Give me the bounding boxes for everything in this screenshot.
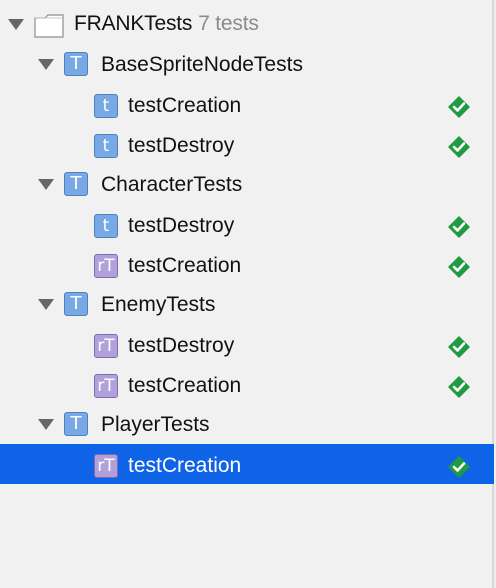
test-count: 7 tests (198, 12, 259, 35)
test-navigator: FRANKTests 7 tests T BaseSpriteNodeTests … (0, 0, 494, 588)
test-bundle-name: FRANKTests (74, 12, 193, 35)
purple-test-icon: rT (94, 454, 118, 478)
disclosure-triangle-icon[interactable] (38, 419, 54, 430)
test-bundle-icon (34, 14, 64, 38)
test-class-icon: T (64, 52, 88, 76)
test-method-label: testCreation (128, 254, 242, 277)
test-class-icon: T (64, 292, 88, 316)
purple-test-icon: rT (94, 334, 118, 358)
test-method-label: testDestroy (128, 334, 235, 357)
test-method-row[interactable]: t testCreation (0, 84, 494, 124)
test-method-label: testCreation (128, 374, 242, 397)
test-passed-icon (447, 95, 471, 119)
blue-test-icon: t (94, 214, 118, 238)
test-method-row[interactable]: t testDestroy (0, 204, 494, 244)
test-bundle-title: FRANKTests 7 tests (74, 12, 259, 36)
test-passed-icon (447, 335, 471, 359)
test-passed-icon (447, 135, 471, 159)
test-method-row[interactable]: rT testCreation (0, 364, 494, 404)
test-class-label: EnemyTests (101, 293, 216, 316)
test-class-label: PlayerTests (101, 413, 210, 436)
test-method-label: testDestroy (128, 214, 235, 237)
test-class-row[interactable]: T PlayerTests (0, 404, 494, 444)
test-method-label: testCreation (128, 94, 242, 117)
test-class-label: BaseSpriteNodeTests (101, 53, 303, 76)
test-passed-icon (447, 255, 471, 279)
disclosure-triangle-icon[interactable] (38, 179, 54, 190)
test-class-label: CharacterTests (101, 173, 243, 196)
disclosure-triangle-icon[interactable] (38, 299, 54, 310)
selected-test-method-row[interactable]: rT testCreation (0, 444, 494, 484)
test-method-row[interactable]: rT testDestroy (0, 324, 494, 364)
test-method-label: testCreation (128, 454, 242, 477)
test-class-row[interactable]: T EnemyTests (0, 284, 494, 324)
disclosure-triangle-icon[interactable] (38, 59, 54, 70)
test-class-icon: T (64, 172, 88, 196)
purple-test-icon: rT (94, 374, 118, 398)
test-passed-icon (447, 455, 471, 479)
disclosure-triangle-icon[interactable] (8, 19, 24, 30)
test-method-row[interactable]: t testDestroy (0, 124, 494, 164)
test-class-row[interactable]: T CharacterTests (0, 164, 494, 204)
test-method-row[interactable]: rT testCreation (0, 244, 494, 284)
test-passed-icon (447, 215, 471, 239)
blue-test-icon: t (94, 94, 118, 118)
test-root-row[interactable]: FRANKTests 7 tests (0, 4, 494, 44)
test-method-label: testDestroy (128, 134, 235, 157)
purple-test-icon: rT (94, 254, 118, 278)
test-class-row[interactable]: T BaseSpriteNodeTests (0, 44, 494, 84)
blue-test-icon: t (94, 134, 118, 158)
test-passed-icon (447, 375, 471, 399)
test-class-icon: T (64, 412, 88, 436)
